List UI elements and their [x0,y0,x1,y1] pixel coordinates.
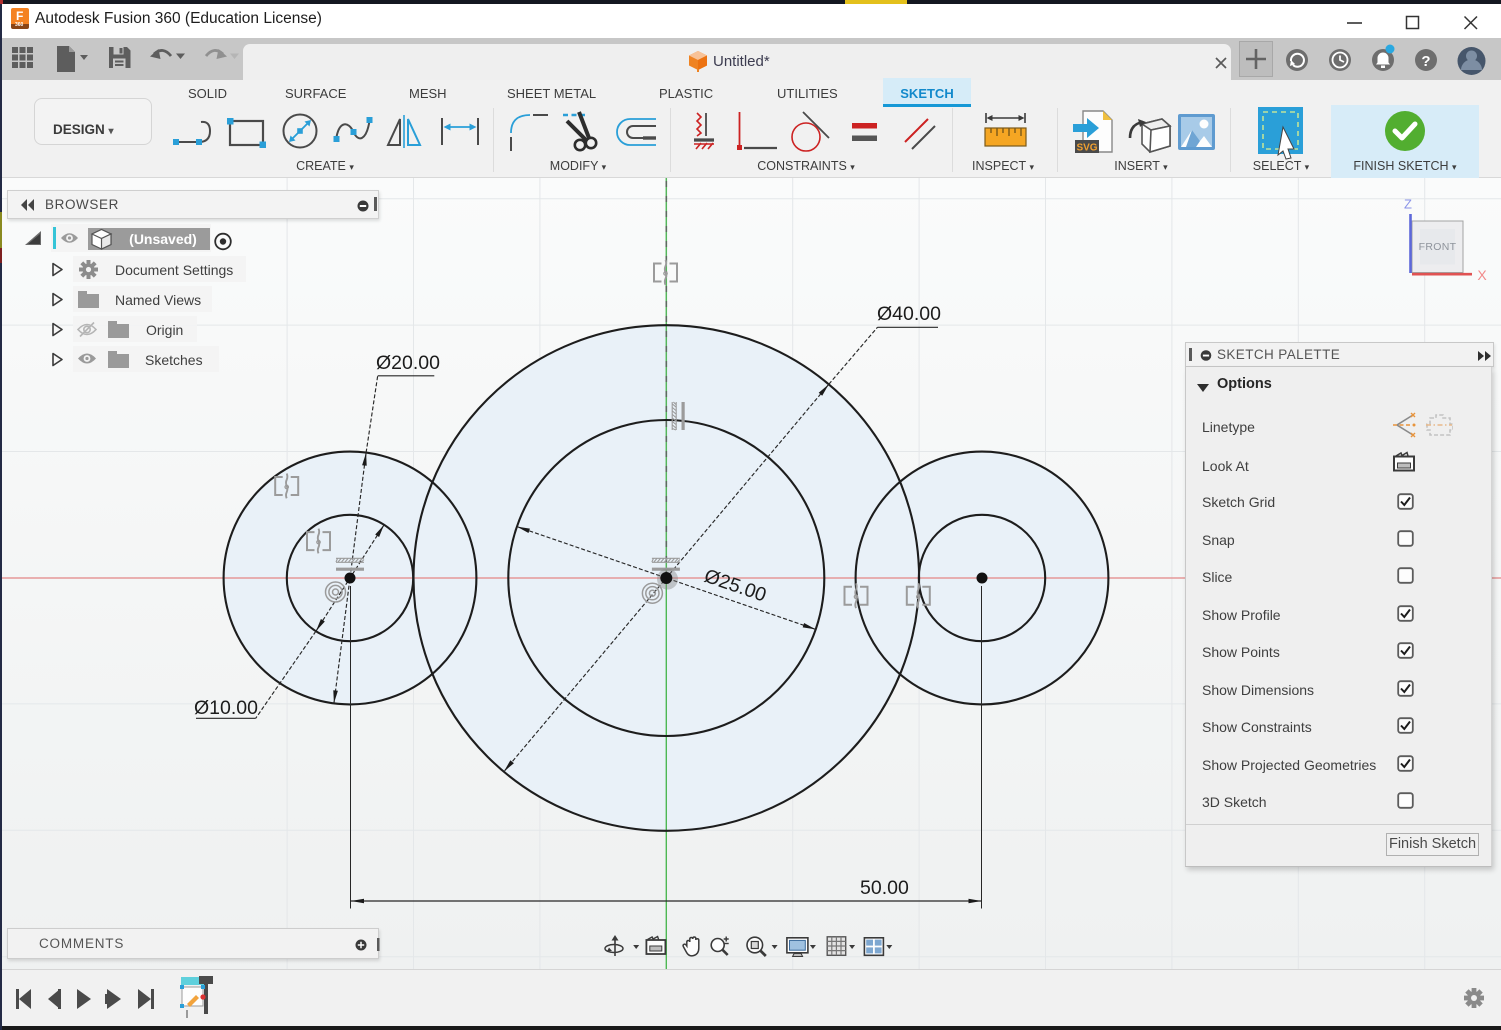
svg-text:?: ? [1421,53,1430,70]
svg-text:50.00: 50.00 [860,877,909,899]
svg-text:Ø20.00: Ø20.00 [376,352,440,374]
svg-text:X: X [1477,267,1487,283]
svg-text:Ø40.00: Ø40.00 [877,303,941,325]
svg-text:FRONT: FRONT [1419,241,1457,253]
svg-text:Ø10.00: Ø10.00 [194,697,258,719]
svg-text:SVG: SVG [1076,143,1097,154]
svg-text:Z: Z [1404,197,1412,212]
